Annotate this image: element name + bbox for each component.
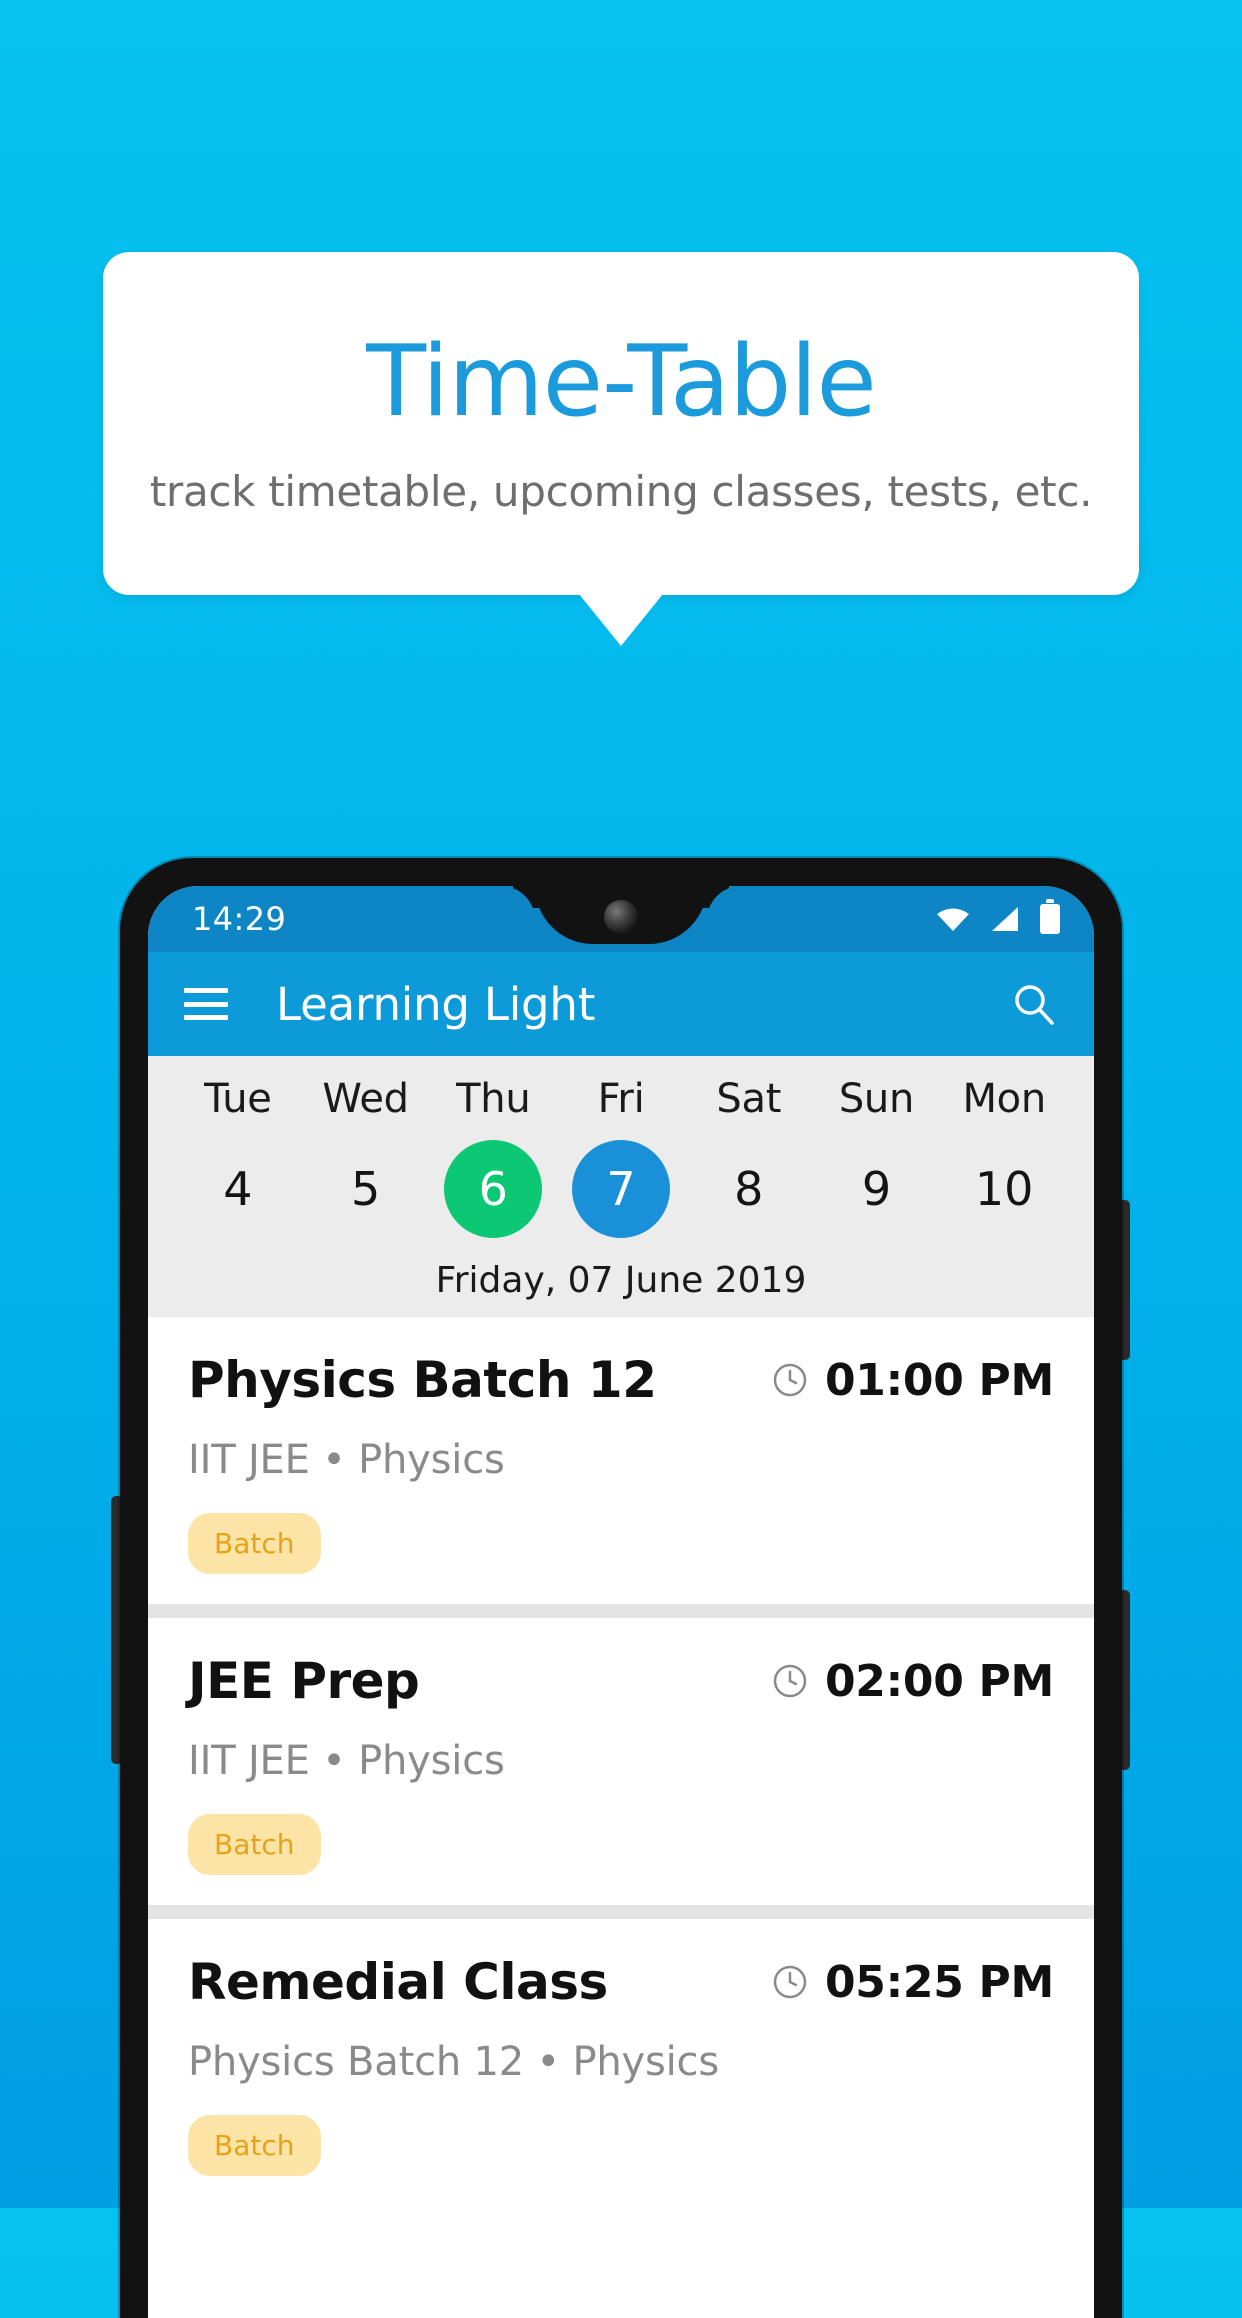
class-time: 05:25 PM	[824, 1956, 1054, 2008]
weekday-row: Tue Wed Thu Fri Sat Sun Mon	[148, 1076, 1094, 1122]
date-cell[interactable]: 5	[302, 1140, 430, 1238]
battery-icon	[1040, 899, 1060, 934]
weekday-cell[interactable]: Sat	[685, 1076, 813, 1122]
class-subtitle: IIT JEE • Physics	[188, 1738, 505, 1784]
date-cell[interactable]: 10	[940, 1140, 1068, 1238]
class-title: Physics Batch 12	[188, 1351, 657, 1409]
list-item[interactable]: Physics Batch 12 01:00 PM IIT JEE • Phys…	[148, 1317, 1094, 1604]
date-cell[interactable]: 9	[813, 1140, 941, 1238]
class-time: 01:00 PM	[824, 1354, 1054, 1406]
date-number-row: 4 5 6 7 8 9 10	[148, 1140, 1094, 1238]
app-bar-title: Learning Light	[276, 977, 596, 1031]
date-number-today: 6	[444, 1140, 543, 1238]
status-badge: Batch	[188, 2115, 321, 2176]
date-cell-selected[interactable]: 7	[557, 1140, 685, 1238]
app-bar: Learning Light	[148, 952, 1094, 1056]
weekday-label: Sun	[838, 1076, 915, 1122]
class-subtitle: Physics Batch 12 • Physics	[188, 2039, 719, 2085]
status-badge: Batch	[188, 1814, 321, 1875]
hamburger-menu-icon[interactable]	[184, 988, 228, 1020]
date-number: 5	[350, 1162, 381, 1216]
weekday-label: Sat	[716, 1076, 782, 1122]
weekday-cell[interactable]: Thu	[429, 1076, 557, 1122]
wifi-icon	[936, 906, 970, 932]
date-number-selected: 7	[572, 1140, 671, 1238]
clock-icon	[771, 1662, 809, 1700]
date-number: 8	[734, 1162, 764, 1216]
promo-bubble: Time-Table track timetable, upcoming cla…	[103, 252, 1139, 595]
promo-bubble-tail	[579, 594, 663, 646]
date-cell[interactable]: 4	[174, 1140, 302, 1238]
weekday-cell[interactable]: Tue	[174, 1076, 302, 1122]
clock-icon	[771, 1361, 809, 1399]
list-item[interactable]: Remedial Class 05:25 PM Physics Batch 12…	[148, 1919, 1094, 2206]
weekday-cell[interactable]: Fri	[557, 1076, 685, 1122]
date-number: 4	[223, 1162, 253, 1216]
weekday-cell[interactable]: Mon	[940, 1076, 1068, 1122]
class-time: 02:00 PM	[824, 1655, 1054, 1707]
weekday-cell[interactable]: Wed	[302, 1076, 430, 1122]
class-card-header: JEE Prep 02:00 PM	[188, 1652, 1054, 1710]
weekday-label: Tue	[204, 1076, 272, 1122]
class-time-group: 02:00 PM	[771, 1656, 1054, 1707]
status-bar-icons	[936, 899, 1060, 934]
weekday-label: Thu	[456, 1076, 531, 1122]
front-camera-icon	[604, 900, 638, 934]
signal-icon	[990, 906, 1020, 932]
phone-frame: 14:29 Learning Light Tue Wed Thu Fri Sat…	[120, 858, 1122, 2318]
weekday-label: Mon	[962, 1076, 1046, 1122]
status-badge: Batch	[188, 1513, 321, 1574]
date-strip: Tue Wed Thu Fri Sat Sun Mon 4 5 6 7 8 9 …	[148, 1056, 1094, 1317]
date-number: 9	[861, 1162, 892, 1216]
phone-screen: 14:29 Learning Light Tue Wed Thu Fri Sat…	[148, 886, 1094, 2318]
selected-date-label: Friday, 07 June 2019	[435, 1260, 807, 1301]
class-title: Remedial Class	[188, 1953, 608, 2011]
weekday-label: Fri	[597, 1076, 645, 1122]
list-item[interactable]: JEE Prep 02:00 PM IIT JEE • Physics Batc…	[148, 1618, 1094, 1905]
date-cell-today[interactable]: 6	[429, 1140, 557, 1238]
date-number: 10	[974, 1162, 1034, 1216]
search-icon[interactable]	[1012, 982, 1056, 1026]
clock-icon	[771, 1963, 809, 2001]
status-bar-clock: 14:29	[192, 900, 287, 938]
class-card-header: Physics Batch 12 01:00 PM	[188, 1351, 1054, 1409]
weekday-label: Wed	[322, 1076, 409, 1122]
class-time-group: 05:25 PM	[771, 1957, 1054, 2008]
class-time-group: 01:00 PM	[771, 1355, 1054, 1406]
class-list: Physics Batch 12 01:00 PM IIT JEE • Phys…	[148, 1317, 1094, 2206]
class-card-header: Remedial Class 05:25 PM	[188, 1953, 1054, 2011]
class-subtitle: IIT JEE • Physics	[188, 1437, 505, 1483]
weekday-cell[interactable]: Sun	[813, 1076, 941, 1122]
promo-title: Time-Table	[366, 324, 877, 439]
status-bar: 14:29	[148, 886, 1094, 952]
date-cell[interactable]: 8	[685, 1140, 813, 1238]
class-title: JEE Prep	[188, 1652, 420, 1710]
promo-subtitle: track timetable, upcoming classes, tests…	[149, 467, 1093, 517]
